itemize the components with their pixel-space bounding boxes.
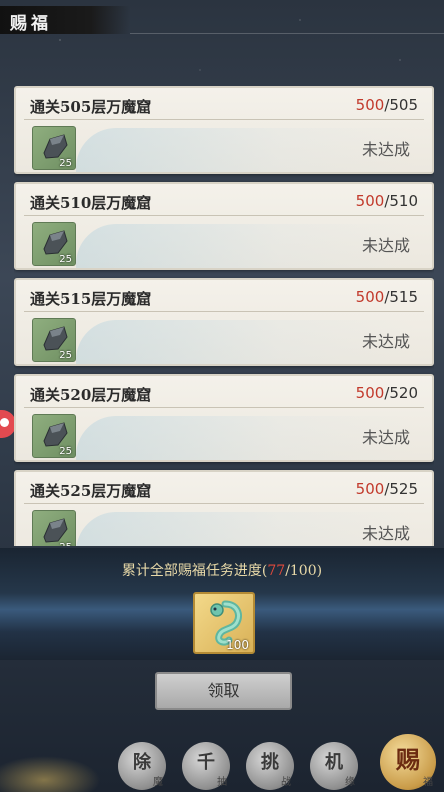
stone-icon bbox=[43, 518, 68, 543]
nav-decoration bbox=[0, 752, 110, 792]
header: 赐福 bbox=[0, 0, 444, 40]
task-progress: 500/510 bbox=[356, 192, 418, 210]
card-divider bbox=[24, 119, 424, 120]
nav-item-sublabel: 缘 bbox=[345, 777, 355, 788]
nav-item-sublabel: 福 bbox=[423, 777, 433, 788]
nav-item-chumo[interactable]: 除魔 bbox=[118, 742, 166, 790]
reward-item[interactable]: 25 bbox=[32, 318, 76, 362]
task-progress-current: 500 bbox=[355, 480, 385, 498]
task-progress-current: 500 bbox=[355, 384, 385, 402]
reward-count: 25 bbox=[59, 158, 72, 169]
nav-item-label: 除 bbox=[133, 752, 151, 773]
task-card: 通关520层万魔窟 500/520 25 未达成 bbox=[14, 374, 434, 462]
header-divider bbox=[130, 33, 444, 34]
task-progress-current: 500 bbox=[355, 288, 385, 306]
reward-count: 25 bbox=[59, 254, 72, 265]
task-progress-current: 500 bbox=[355, 192, 385, 210]
task-status: 未达成 bbox=[361, 332, 410, 351]
total-reward-item[interactable]: 100 bbox=[193, 592, 255, 654]
nav-item-label: 赐 bbox=[396, 745, 420, 774]
task-card: 通关515层万魔窟 500/515 25 未达成 bbox=[14, 278, 434, 366]
bottom-nav: 除魔 千抽 挑战 机缘 赐福 bbox=[0, 732, 444, 792]
task-status: 未达成 bbox=[361, 140, 410, 159]
task-title: 通关510层万魔窟 bbox=[30, 194, 152, 212]
total-progress-suffix: /100) bbox=[285, 563, 323, 579]
total-progress-panel: 累计全部赐福任务进度(77/100) 100 bbox=[0, 548, 444, 660]
nav-item-qianchou[interactable]: 千抽 bbox=[182, 742, 230, 790]
task-status: 未达成 bbox=[361, 428, 410, 447]
task-card: 通关525层万魔窟 500/525 25 未达成 bbox=[14, 470, 434, 546]
task-progress-target: /525 bbox=[384, 480, 418, 498]
task-card: 通关510层万魔窟 500/510 25 未达成 bbox=[14, 182, 434, 270]
task-title: 通关520层万魔窟 bbox=[30, 386, 152, 404]
reward-item[interactable]: 25 bbox=[32, 126, 76, 170]
task-progress-target: /505 bbox=[384, 96, 418, 114]
task-progress: 500/520 bbox=[356, 384, 418, 402]
task-progress-current: 500 bbox=[355, 96, 385, 114]
card-divider bbox=[24, 407, 424, 408]
page-title: 赐福 bbox=[0, 6, 130, 34]
total-reward-count: 100 bbox=[226, 638, 249, 652]
task-title: 通关515层万魔窟 bbox=[30, 290, 152, 308]
nav-item-label: 挑 bbox=[261, 752, 279, 773]
nav-item-label: 千 bbox=[197, 752, 215, 773]
task-progress-target: /510 bbox=[384, 192, 418, 210]
card-divider bbox=[24, 215, 424, 216]
card-divider bbox=[24, 503, 424, 504]
nav-item-sublabel: 战 bbox=[281, 777, 291, 788]
nav-item-jiyuan[interactable]: 机缘 bbox=[310, 742, 358, 790]
reward-item[interactable]: 25 bbox=[32, 510, 76, 546]
task-progress: 500/515 bbox=[356, 288, 418, 306]
task-progress-target: /515 bbox=[384, 288, 418, 306]
task-title: 通关525层万魔窟 bbox=[30, 482, 152, 500]
card-divider bbox=[24, 311, 424, 312]
nav-item-sublabel: 抽 bbox=[217, 777, 227, 788]
task-title: 通关505层万魔窟 bbox=[30, 98, 152, 116]
task-progress-target: /520 bbox=[384, 384, 418, 402]
stone-icon bbox=[43, 230, 68, 255]
claim-button[interactable]: 领取 bbox=[155, 672, 292, 710]
nav-item-tiaozhan[interactable]: 挑战 bbox=[246, 742, 294, 790]
task-progress: 500/525 bbox=[356, 480, 418, 498]
stone-icon bbox=[43, 134, 68, 159]
reward-item[interactable]: 25 bbox=[32, 414, 76, 458]
stone-icon bbox=[43, 326, 68, 351]
total-progress-current: 77 bbox=[267, 563, 286, 579]
task-status: 未达成 bbox=[361, 236, 410, 255]
nav-item-cifu[interactable]: 赐福 bbox=[380, 734, 436, 790]
task-status: 未达成 bbox=[361, 524, 410, 543]
total-progress-text: 累计全部赐福任务进度(77/100) bbox=[0, 560, 444, 580]
reward-count: 25 bbox=[59, 542, 72, 546]
nav-item-label: 机 bbox=[325, 752, 343, 773]
reward-item[interactable]: 25 bbox=[32, 222, 76, 266]
reward-count: 25 bbox=[59, 446, 72, 457]
nav-item-sublabel: 魔 bbox=[153, 777, 163, 788]
total-progress-label: 累计全部赐福任务进度( bbox=[121, 563, 268, 579]
reward-count: 25 bbox=[59, 350, 72, 361]
task-card: 通关505层万魔窟 500/505 25 未达成 bbox=[14, 86, 434, 174]
task-progress: 500/505 bbox=[356, 96, 418, 114]
task-list[interactable]: 通关505层万魔窟 500/505 25 未达成 通关510层万魔窟 500/5… bbox=[14, 86, 434, 546]
stone-icon bbox=[43, 422, 68, 447]
